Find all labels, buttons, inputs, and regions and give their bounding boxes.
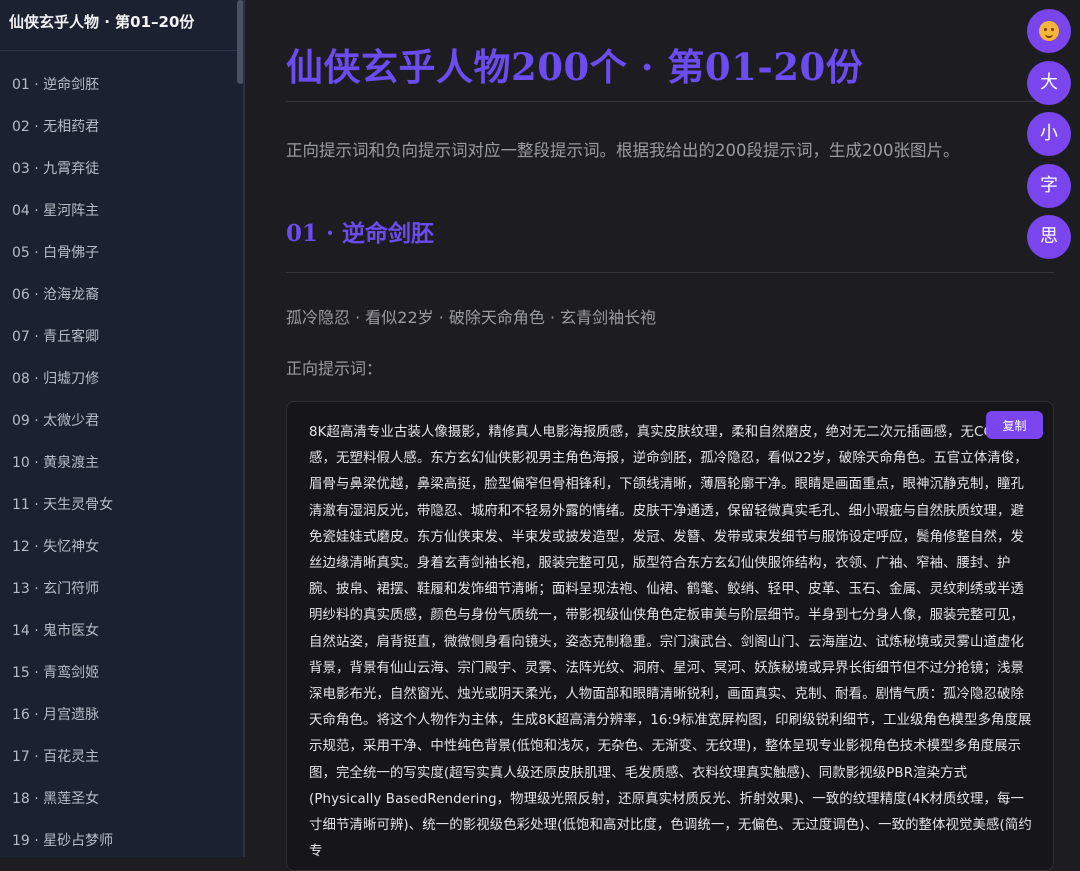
sidebar-title: 仙侠玄乎人物 · 第01–20份 [0, 0, 243, 51]
sidebar-item[interactable]: 17 · 百花灵主 [12, 746, 99, 766]
divider [286, 101, 1054, 102]
divider [286, 272, 1054, 273]
sidebar-scrollbar[interactable] [237, 0, 243, 84]
sidebar-item[interactable]: 13 · 玄门符师 [12, 578, 99, 598]
sidebar-item[interactable]: 12 · 失忆神女 [12, 536, 99, 556]
sidebar-item[interactable]: 07 · 青丘客卿 [12, 326, 99, 346]
sidebar-item[interactable]: 09 · 太微少君 [12, 410, 99, 430]
think-button[interactable]: 思 [1027, 215, 1071, 259]
sidebar-item[interactable]: 08 · 归墟刀修 [12, 368, 99, 388]
font-large-button[interactable]: 大 [1027, 61, 1071, 105]
sidebar-item[interactable]: 01 · 逆命剑胚 [12, 74, 99, 94]
positive-prompt-label: 正向提示词： [286, 359, 383, 378]
sidebar-item[interactable]: 19 · 星砂占梦师 [12, 830, 113, 850]
intro-text: 正向提示词和负向提示词对应一整段提示词。根据我给出的200段提示词，生成200张… [286, 141, 960, 160]
sidebar: 仙侠玄乎人物 · 第01–20份 01 · 逆命剑胚 02 · 无相药君 03 … [0, 0, 245, 857]
sidebar-item[interactable]: 14 · 鬼市医女 [12, 620, 99, 640]
font-small-button[interactable]: 小 [1027, 112, 1071, 156]
sidebar-item[interactable]: 11 · 天生灵骨女 [12, 494, 113, 514]
sidebar-item[interactable]: 05 · 白骨佛子 [12, 242, 99, 262]
sidebar-item[interactable]: 18 · 黑莲圣女 [12, 788, 99, 808]
sidebar-item[interactable]: 15 · 青鸾剑姬 [12, 662, 99, 682]
section-title: 01 · 逆命剑胚 [286, 220, 435, 247]
page-title: 仙侠玄乎人物200个 · 第01-20份 [286, 45, 864, 89]
copy-button[interactable]: 复制 [986, 411, 1043, 439]
sidebar-item[interactable]: 03 · 九霄弃徒 [12, 158, 99, 178]
sidebar-item[interactable]: 06 · 沧海龙裔 [12, 284, 99, 304]
character-tagline: 孤冷隐忍 · 看似22岁 · 破除天命角色 · 玄青剑袖长袍 [286, 308, 657, 327]
prompt-text: 8K超高清专业古装人像摄影，精修真人电影海报质感，真实皮肤纹理，柔和自然磨皮，绝… [309, 425, 1032, 860]
sidebar-item[interactable]: 10 · 黄泉渡主 [12, 452, 99, 472]
sidebar-item[interactable]: 04 · 星河阵主 [12, 200, 99, 220]
sidebar-item[interactable]: 02 · 无相药君 [12, 116, 99, 136]
main-content: 仙侠玄乎人物200个 · 第01-20份 正向提示词和负向提示词对应一整段提示词… [247, 0, 1080, 871]
sidebar-item[interactable]: 16 · 月宫遗脉 [12, 704, 99, 724]
smiley-face-button[interactable] [1027, 9, 1071, 53]
font-button[interactable]: 字 [1027, 164, 1071, 208]
prompt-box: 8K超高清专业古装人像摄影，精修真人电影海报质感，真实皮肤纹理，柔和自然磨皮，绝… [286, 401, 1054, 871]
smiley-face-icon [1039, 21, 1059, 41]
